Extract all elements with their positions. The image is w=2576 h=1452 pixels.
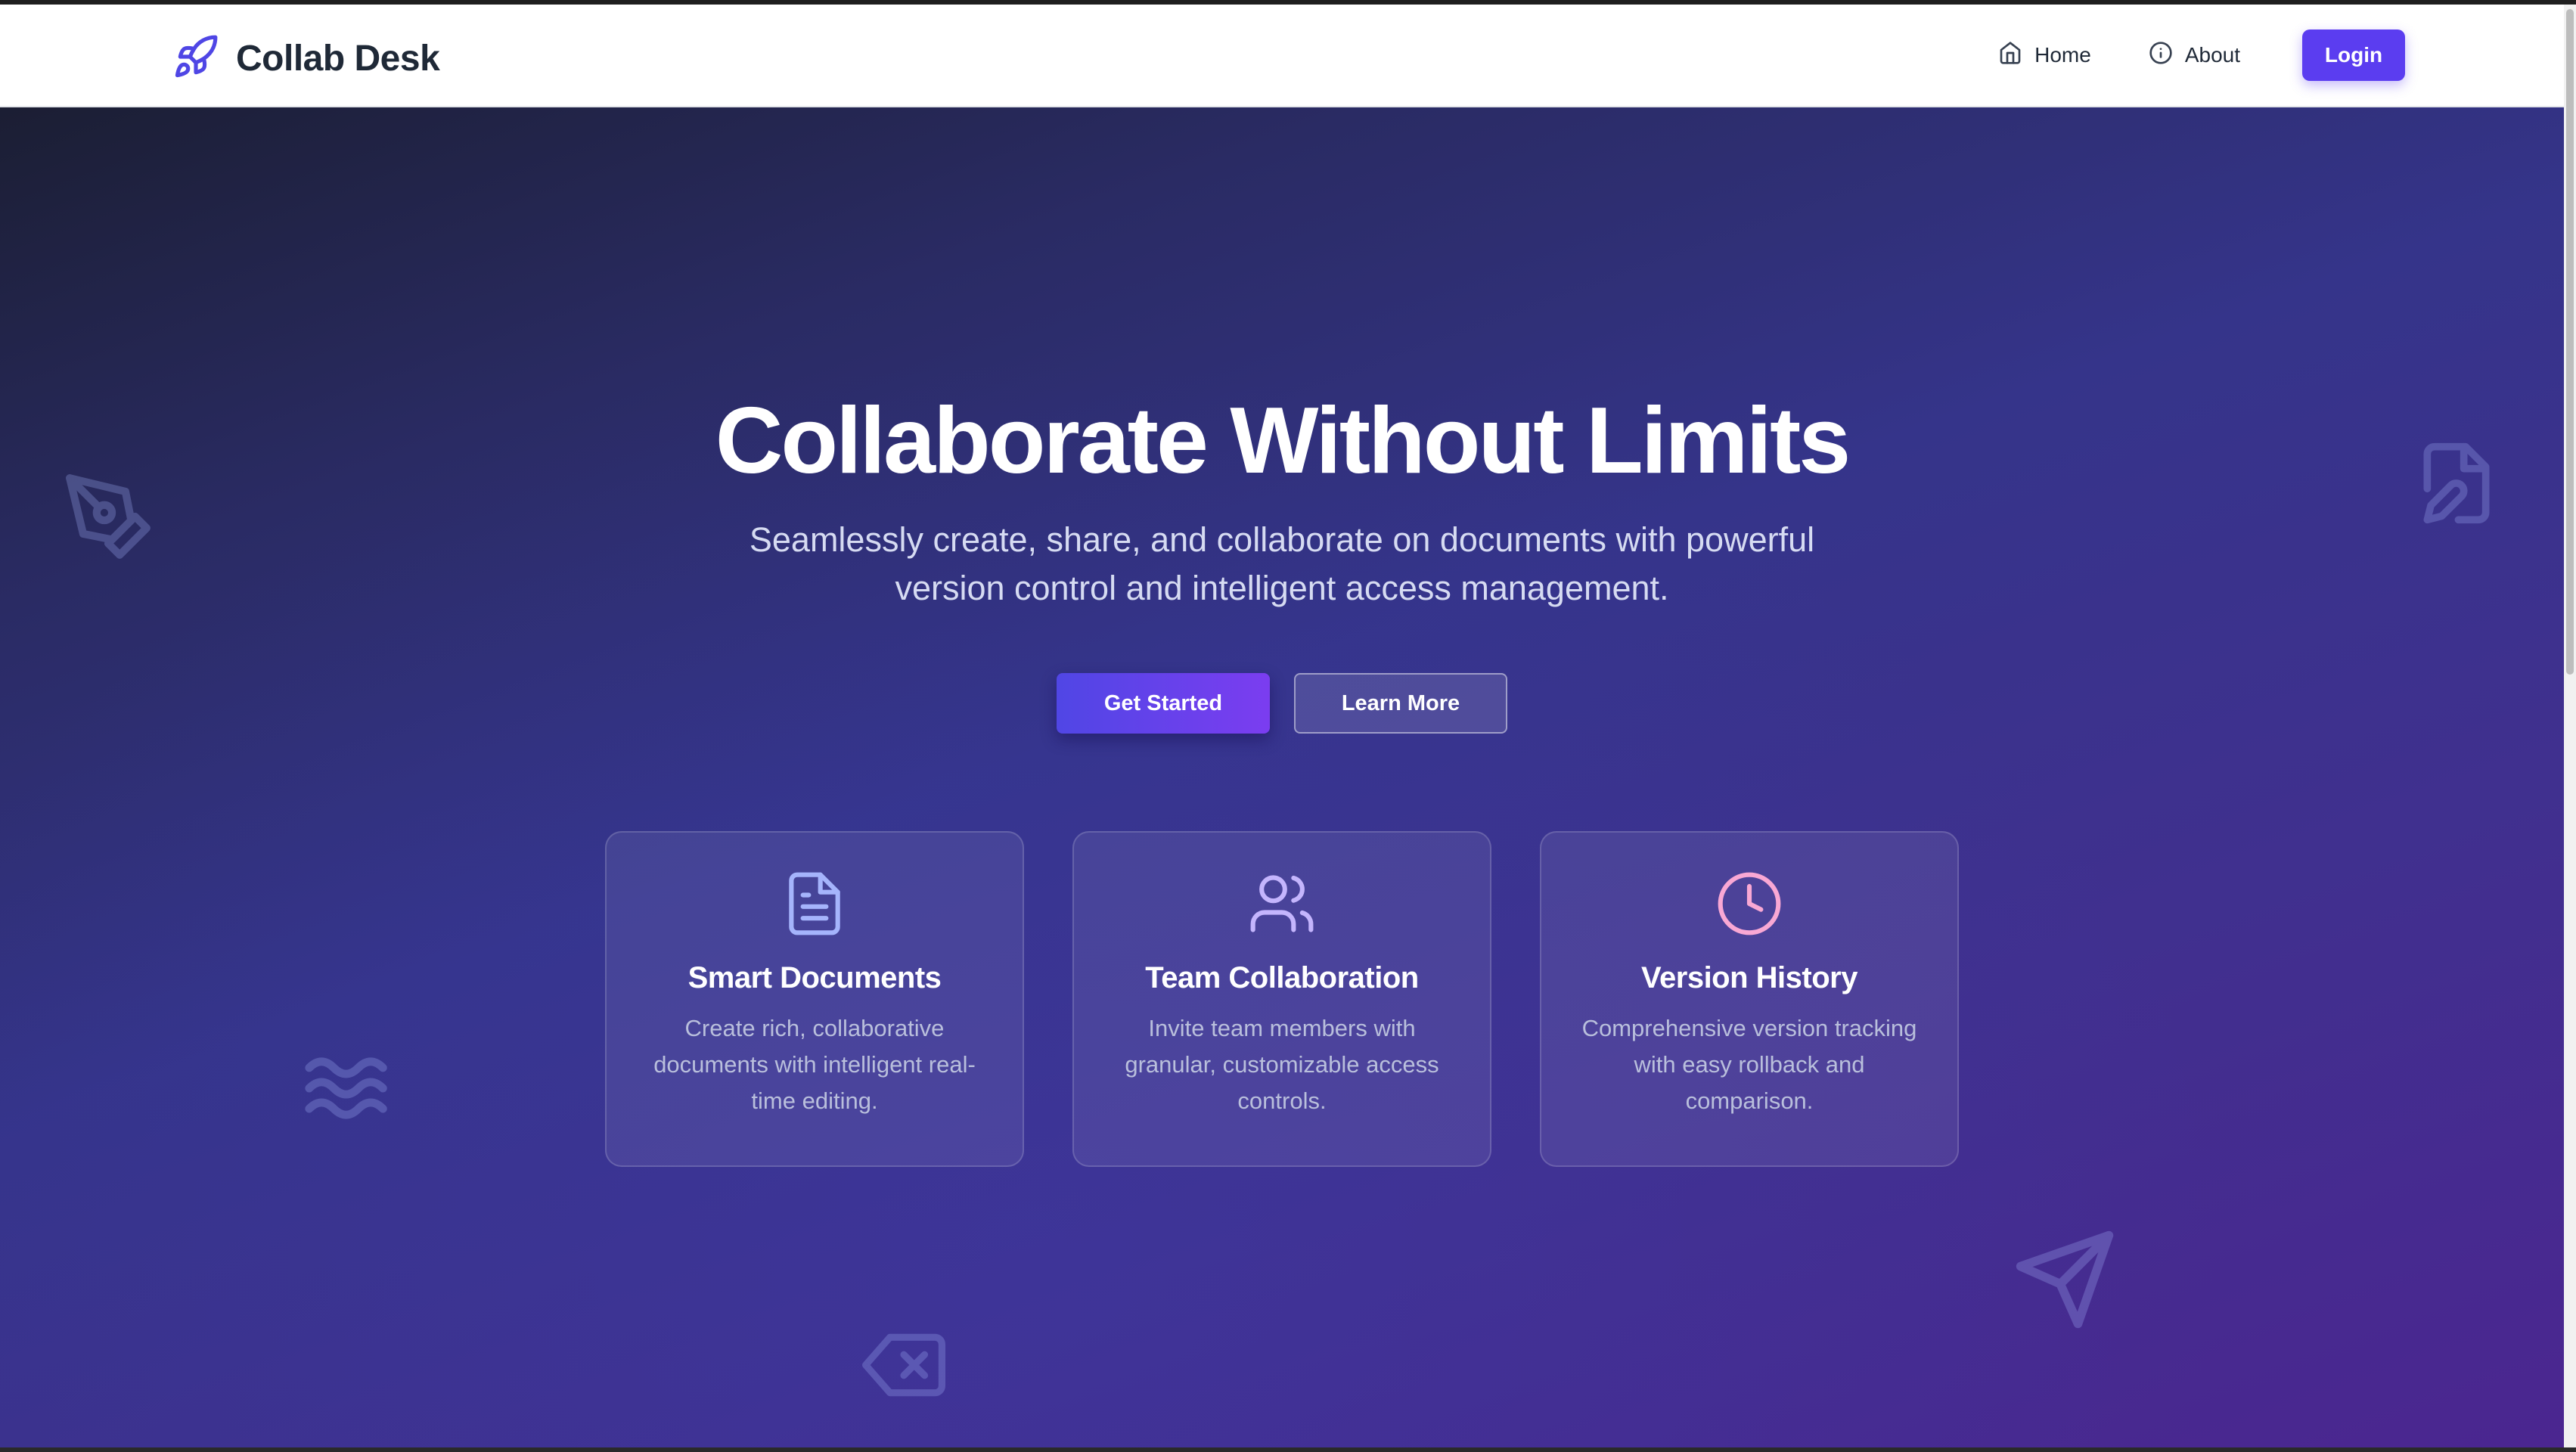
feature-description: Invite team members with granular, custo… (1125, 1015, 1439, 1114)
brand[interactable]: Collab Desk (172, 33, 440, 84)
feature-description: Comprehensive version tracking with easy… (1581, 1015, 1917, 1114)
brand-name: Collab Desk (236, 39, 440, 79)
document-icon (780, 869, 849, 939)
browser-frame: Collab Desk Home About Login Collaborate… (0, 0, 2576, 1452)
hero-subtitle: Seamlessly create, share, and collaborat… (749, 520, 1815, 607)
nav-links: Home About Login (1969, 29, 2405, 82)
feature-card-version-history: Version History Comprehensive version tr… (1540, 831, 1959, 1167)
scrollbar-thumb[interactable] (2566, 9, 2574, 675)
delete-icon (855, 1323, 953, 1407)
nav-about-label: About (2184, 43, 2240, 67)
feature-card-smart-documents: Smart Documents Create rich, collaborati… (605, 831, 1024, 1167)
users-icon (1247, 869, 1317, 939)
learn-more-button[interactable]: Learn More (1294, 673, 1507, 734)
info-icon (2149, 41, 2173, 70)
hero-title: Collaborate Without Limits (715, 389, 1851, 493)
feature-title: Team Collaboration (1145, 961, 1419, 994)
nav-home-label: Home (2034, 43, 2091, 67)
clock-icon (1715, 869, 1784, 939)
rocket-icon (172, 33, 219, 84)
feature-title: Version History (1641, 961, 1858, 994)
nav-about-link[interactable]: About (2120, 29, 2269, 82)
navbar: Collab Desk Home About Login (0, 5, 2564, 107)
nav-home-link[interactable]: Home (1969, 29, 2120, 82)
home-icon (1998, 41, 2022, 70)
page-scrollbar[interactable] (2564, 5, 2576, 1447)
feature-title: Smart Documents (687, 961, 942, 994)
page-viewport: Collab Desk Home About Login Collaborate… (0, 5, 2564, 1447)
hero-section: Collaborate Without Limits Seamlessly cr… (0, 107, 2564, 1447)
feature-description: Create rich, collaborative documents wit… (653, 1015, 976, 1114)
login-button[interactable]: Login (2302, 29, 2405, 81)
send-icon (2012, 1227, 2118, 1333)
feature-card-team-collaboration: Team Collaboration Invite team members w… (1072, 831, 1491, 1167)
hero-cta-group: Get Started Learn More (0, 673, 2564, 734)
feature-cards: Smart Documents Create rich, collaborati… (0, 831, 2564, 1167)
get-started-button[interactable]: Get Started (1057, 673, 1270, 734)
